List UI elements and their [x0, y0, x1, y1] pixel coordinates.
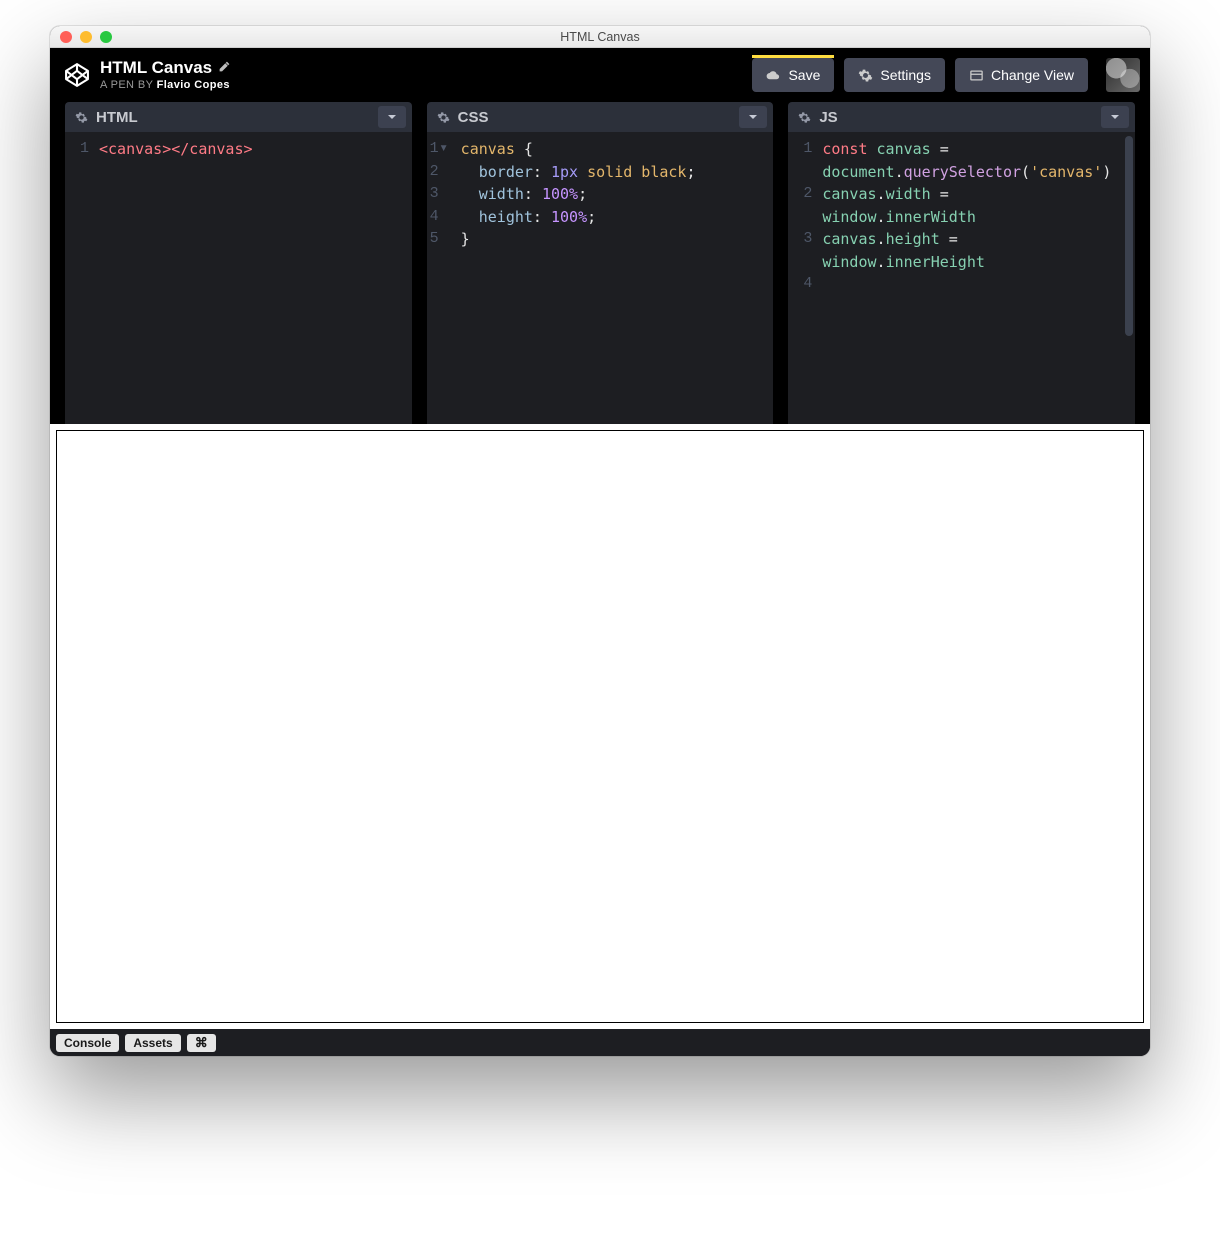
save-label: Save	[788, 67, 820, 83]
css-panel-header: CSS	[427, 102, 774, 132]
pen-title-row: HTML Canvas	[100, 59, 231, 78]
js-panel-settings-icon[interactable]	[798, 111, 811, 124]
pen-meta: HTML Canvas A PEN BY Flavio Copes	[100, 59, 231, 91]
html-panel-header: HTML	[65, 102, 412, 132]
save-button[interactable]: Save	[752, 58, 834, 92]
html-panel-menu[interactable]	[378, 106, 406, 128]
pen-subtitle: A PEN BY Flavio Copes	[100, 79, 231, 91]
header-buttons: Save Settings Change View	[752, 58, 1140, 92]
layout-icon	[969, 68, 984, 83]
html-editor[interactable]: 1<canvas></canvas>	[65, 132, 412, 424]
gear-icon	[858, 68, 873, 83]
app-window: HTML Canvas HTML Canvas A PEN BY Flavio …	[50, 26, 1150, 1056]
js-panel-menu[interactable]	[1101, 106, 1129, 128]
js-editor[interactable]: 1 2 3 4const canvas = document.querySele…	[788, 132, 1135, 424]
console-button[interactable]: Console	[56, 1034, 119, 1052]
js-panel: JS 1 2 3 4const canvas = document.queryS…	[788, 102, 1150, 424]
mac-titlebar: HTML Canvas	[50, 26, 1150, 48]
edit-title-icon[interactable]	[218, 59, 231, 78]
user-avatar[interactable]	[1106, 58, 1140, 92]
assets-button[interactable]: Assets	[125, 1034, 180, 1052]
css-panel-settings-icon[interactable]	[437, 111, 450, 124]
shortcuts-button[interactable]: ⌘	[187, 1034, 216, 1052]
settings-button[interactable]: Settings	[844, 58, 945, 92]
js-panel-header: JS	[788, 102, 1135, 132]
editor-row: HTML 1<canvas></canvas> CSS 1▾2	[50, 102, 1150, 424]
pen-title[interactable]: HTML Canvas	[100, 59, 212, 78]
preview-canvas[interactable]	[56, 430, 1144, 1023]
js-panel-label: JS	[819, 109, 837, 126]
css-panel-menu[interactable]	[739, 106, 767, 128]
css-panel: CSS 1▾2 3 4 5 canvas { border: 1px solid…	[427, 102, 789, 424]
css-panel-label: CSS	[458, 109, 489, 126]
settings-label: Settings	[880, 67, 931, 83]
js-scrollbar[interactable]	[1125, 136, 1133, 420]
cloud-icon	[766, 68, 781, 83]
html-panel: HTML 1<canvas></canvas>	[50, 102, 427, 424]
window-title: HTML Canvas	[50, 30, 1150, 44]
html-panel-label: HTML	[96, 109, 138, 126]
preview-pane	[50, 424, 1150, 1029]
css-editor[interactable]: 1▾2 3 4 5 canvas { border: 1px solid bla…	[427, 132, 774, 424]
js-scrollbar-thumb[interactable]	[1125, 136, 1133, 336]
footer-bar: Console Assets ⌘	[50, 1029, 1150, 1056]
subtitle-prefix: A PEN BY	[100, 79, 153, 91]
change-view-button[interactable]: Change View	[955, 58, 1088, 92]
codepen-logo-icon[interactable]	[64, 62, 90, 88]
html-panel-settings-icon[interactable]	[75, 111, 88, 124]
change-view-label: Change View	[991, 67, 1074, 83]
app-header: HTML Canvas A PEN BY Flavio Copes Save	[50, 48, 1150, 102]
author-link[interactable]: Flavio Copes	[157, 79, 230, 91]
